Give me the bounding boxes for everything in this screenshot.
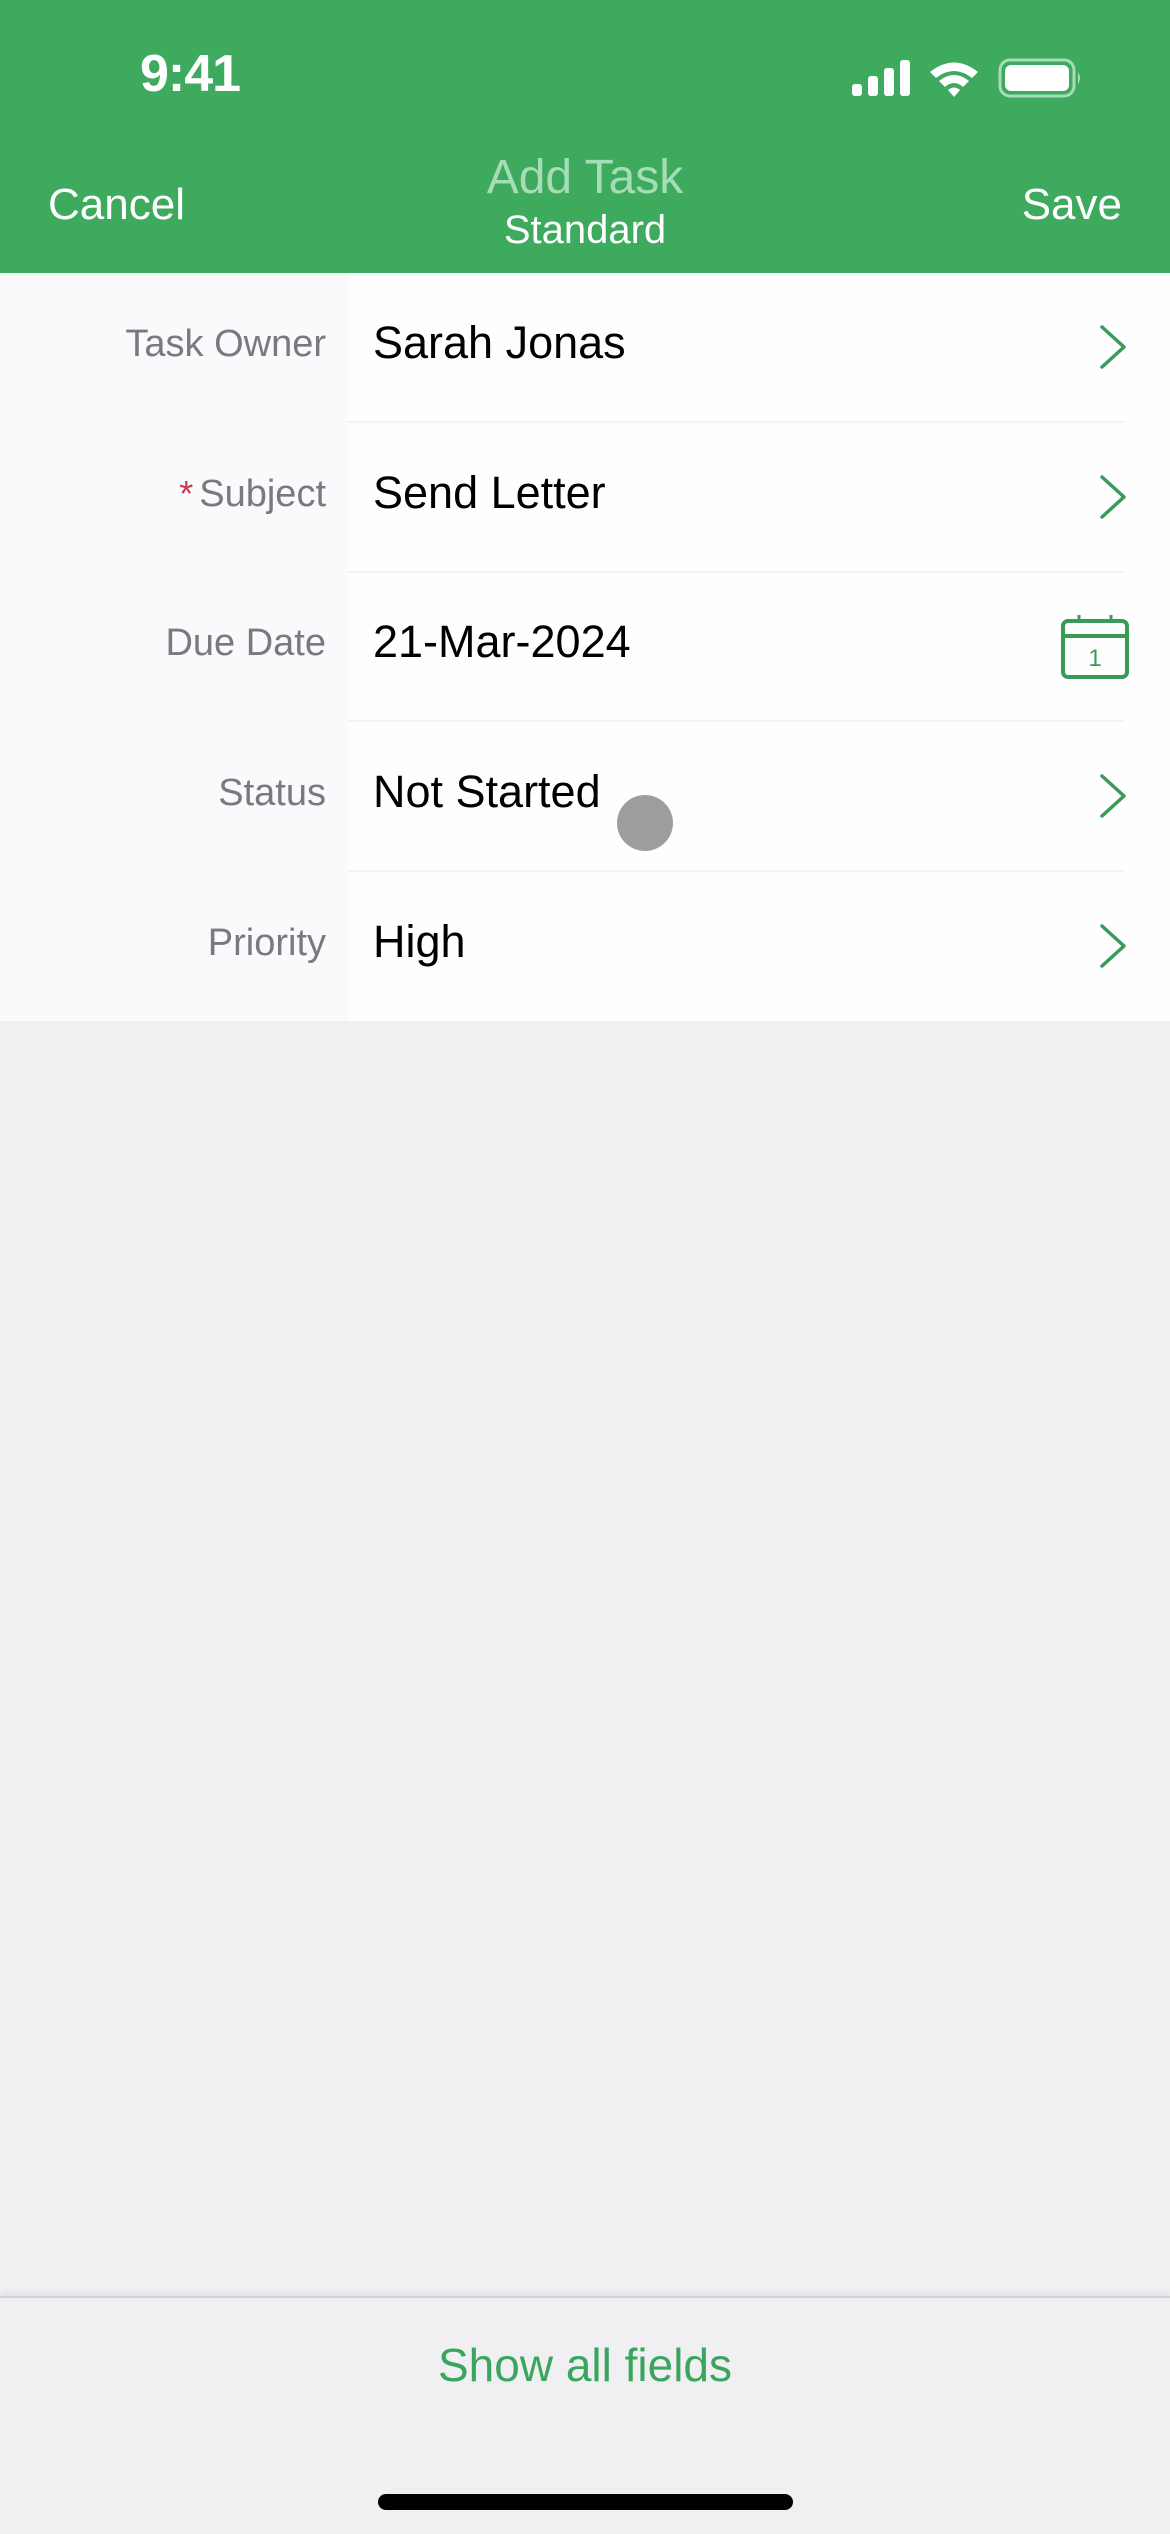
field-priority[interactable]: Priority High: [0, 872, 1170, 1021]
battery-icon: [998, 58, 1080, 98]
field-label: Due Date: [165, 622, 326, 664]
touch-indicator: [617, 795, 673, 851]
chevron-right-icon: [1100, 774, 1126, 818]
field-label: * Subject: [179, 473, 326, 516]
calendar-day: 1: [1088, 645, 1101, 672]
status-icons: [852, 58, 1082, 98]
chevron-right-icon: [1100, 325, 1126, 369]
home-indicator[interactable]: [378, 2494, 793, 2510]
field-due-date[interactable]: Due Date 21-Mar-2024 1: [0, 572, 1170, 722]
field-label: Status: [218, 772, 326, 814]
field-value: Not Started: [373, 766, 601, 817]
layout-subtitle: Standard: [503, 208, 667, 252]
calendar-icon[interactable]: 1: [1060, 612, 1130, 680]
page-title: Add Task: [486, 151, 684, 204]
chevron-right-icon: [1100, 475, 1126, 519]
field-status[interactable]: Status Not Started: [0, 722, 1170, 872]
chevron-right-icon: [1100, 924, 1126, 968]
field-value: Send Letter: [373, 467, 606, 518]
required-marker: *: [179, 473, 194, 514]
nav-header: 9:41 Cancel Add Task Standard Save: [0, 0, 1170, 273]
field-value: Sarah Jonas: [373, 317, 626, 368]
cellular-signal-icon: [852, 60, 910, 96]
field-label-text: Subject: [199, 473, 326, 515]
field-task-owner[interactable]: Task Owner Sarah Jonas: [0, 273, 1170, 423]
field-value: High: [373, 916, 466, 967]
field-value: 21-Mar-2024: [373, 616, 631, 667]
task-form: Task Owner Sarah Jonas * Subject Send Let…: [0, 273, 1170, 1021]
field-label: Task Owner: [125, 323, 326, 365]
wifi-icon: [930, 62, 978, 97]
status-time: 9:41: [140, 45, 241, 103]
save-button[interactable]: Save: [1022, 180, 1122, 230]
bottom-toolbar: Show all fields: [0, 2296, 1170, 2534]
field-subject[interactable]: * Subject Send Letter: [0, 423, 1170, 573]
show-all-fields-button[interactable]: Show all fields: [0, 2338, 1170, 2392]
field-label: Priority: [207, 922, 326, 964]
